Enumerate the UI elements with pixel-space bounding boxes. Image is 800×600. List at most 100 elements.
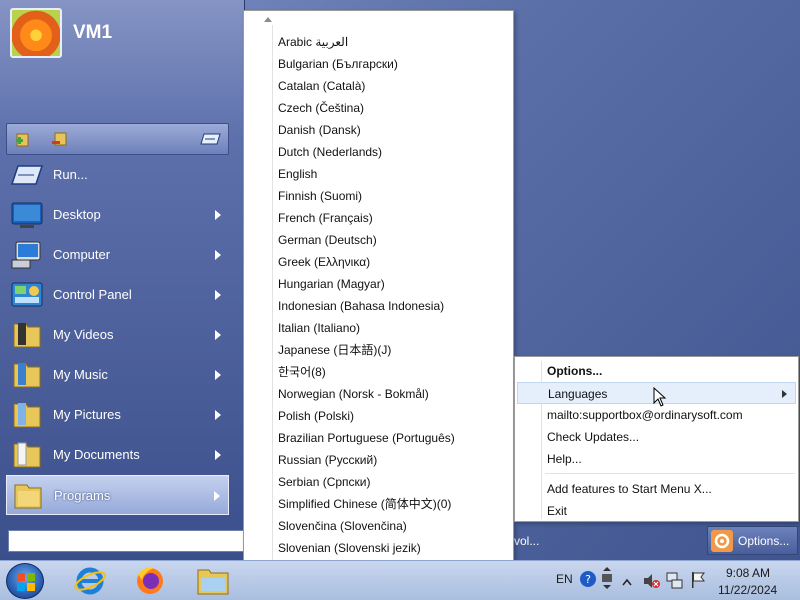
language-option[interactable]: Polish (Polski) xyxy=(278,405,508,427)
ctx-item-label: Check Updates... xyxy=(547,430,640,444)
language-option[interactable]: Bulgarian (Български) xyxy=(278,53,508,75)
taskbar: EN ? 9:08 AM 11/22/2024 xyxy=(0,560,800,600)
volume-muted-icon[interactable] xyxy=(642,572,660,590)
partial-text: vol... xyxy=(514,534,540,548)
action-center-flag-icon[interactable] xyxy=(690,571,706,589)
gear-icon xyxy=(711,530,733,552)
ctx-item-exit[interactable]: Exit xyxy=(517,500,796,522)
language-option[interactable]: Serbian (Српски) xyxy=(278,471,508,493)
ctx-item-label: Options... xyxy=(547,364,603,378)
ctx-item-options[interactable]: Options... xyxy=(517,360,796,382)
add-shortcut-icon[interactable] xyxy=(15,130,33,148)
language-option[interactable]: Arabic العربية xyxy=(278,31,508,53)
menu-gutter xyxy=(272,25,273,583)
clock-time[interactable]: 9:08 AM xyxy=(726,566,770,580)
user-avatar[interactable] xyxy=(10,8,62,58)
chevron-right-icon xyxy=(215,250,221,260)
language-option[interactable]: Catalan (Català) xyxy=(278,75,508,97)
help-icon[interactable]: ? xyxy=(579,570,597,588)
menu-item-control-panel[interactable]: Control Panel xyxy=(6,275,229,315)
language-option[interactable]: Brazilian Portuguese (Português) xyxy=(278,427,508,449)
menu-item-label: My Pictures xyxy=(53,407,121,422)
documents-folder-icon xyxy=(13,442,41,468)
file-explorer-icon[interactable] xyxy=(195,564,231,598)
menu-item-computer[interactable]: Computer xyxy=(6,235,229,275)
pictures-folder-icon xyxy=(13,403,41,428)
language-option[interactable]: Czech (Čeština) xyxy=(278,97,508,119)
chevron-right-icon xyxy=(215,370,221,380)
language-option[interactable]: Greek (Ελληνικα) xyxy=(278,251,508,273)
mouse-cursor-icon xyxy=(653,387,667,407)
bottom-bar-partial: vol... xyxy=(514,526,704,556)
menu-item-programs[interactable]: Programs xyxy=(6,475,229,515)
chevron-right-icon xyxy=(215,410,221,420)
chevron-right-icon xyxy=(215,450,221,460)
menu-item-my-documents[interactable]: My Documents xyxy=(6,435,229,475)
run-icon xyxy=(10,165,44,185)
scroll-up-icon[interactable] xyxy=(264,17,272,22)
menu-item-label: My Music xyxy=(53,367,108,382)
language-option[interactable]: Italian (Italiano) xyxy=(278,317,508,339)
user-block: VM1 xyxy=(10,8,240,60)
language-option[interactable]: Danish (Dansk) xyxy=(278,119,508,141)
language-option[interactable]: Finnish (Suomi) xyxy=(278,185,508,207)
menu-item-label: Computer xyxy=(53,247,111,262)
ctx-item-label: Exit xyxy=(547,504,568,518)
menu-item-my-music[interactable]: My Music xyxy=(6,355,229,395)
firefox-icon[interactable] xyxy=(132,564,168,598)
input-options-icon[interactable] xyxy=(600,567,614,591)
internet-explorer-icon[interactable] xyxy=(72,564,108,598)
menu-separator xyxy=(545,473,795,474)
language-option[interactable]: French (Français) xyxy=(278,207,508,229)
language-list: Arabic العربية Bulgarian (Български) Catal… xyxy=(278,31,508,581)
ctx-item-label: Help... xyxy=(547,452,582,466)
desktop-icon xyxy=(11,202,43,228)
language-option[interactable]: Russian (Русский) xyxy=(278,449,508,471)
programs-folder-icon xyxy=(14,484,42,509)
control-panel-icon xyxy=(11,282,43,307)
options-button-label: Options... xyxy=(738,534,790,548)
menu-item-desktop[interactable]: Desktop xyxy=(6,195,229,235)
start-menu-panel: VM1 Run... Desktop Computer Control Pane… xyxy=(0,0,245,560)
network-icon[interactable] xyxy=(666,571,684,591)
language-option[interactable]: Indonesian (Bahasa Indonesia) xyxy=(278,295,508,317)
language-option[interactable]: 한국어(8) xyxy=(278,361,508,383)
languages-submenu: Arabic العربية Bulgarian (Български) Catal… xyxy=(243,10,514,599)
language-option[interactable]: Japanese (日本語)(J) xyxy=(278,339,508,361)
start-button[interactable] xyxy=(6,563,44,599)
language-indicator[interactable]: EN xyxy=(556,572,573,586)
ctx-item-label: mailto:supportbox@ordinarysoft.com xyxy=(547,408,743,422)
show-hidden-icons-chevron-up-icon[interactable] xyxy=(622,578,632,586)
run-item[interactable]: Run... xyxy=(6,155,229,195)
svg-text:?: ? xyxy=(585,573,591,586)
language-option[interactable]: Norwegian (Norsk - Bokmål) xyxy=(278,383,508,405)
options-button[interactable]: Options... xyxy=(707,526,798,555)
language-option[interactable]: Slovenian (Slovenski jezik) xyxy=(278,537,508,559)
ctx-item-mailto[interactable]: mailto:supportbox@ordinarysoft.com xyxy=(517,404,796,426)
language-option[interactable]: Slovenčina (Slovenčina) xyxy=(278,515,508,537)
ctx-item-check-updates[interactable]: Check Updates... xyxy=(517,426,796,448)
ctx-item-add-features[interactable]: Add features to Start Menu X... xyxy=(517,478,796,500)
menu-item-label: My Documents xyxy=(53,447,140,462)
keyboard-icon[interactable] xyxy=(200,130,222,148)
language-option[interactable]: Simplified Chinese (简体中文)(0) xyxy=(278,493,508,515)
menu-item-my-pictures[interactable]: My Pictures xyxy=(6,395,229,435)
search-input[interactable] xyxy=(8,530,248,552)
language-option[interactable]: English xyxy=(278,163,508,185)
ctx-item-help[interactable]: Help... xyxy=(517,448,796,470)
computer-icon xyxy=(11,241,41,269)
menu-item-label: Desktop xyxy=(53,207,101,222)
chevron-right-icon xyxy=(215,330,221,340)
run-label: Run... xyxy=(53,167,88,182)
remove-shortcut-icon[interactable] xyxy=(51,130,69,148)
menu-item-label: Programs xyxy=(54,488,111,503)
ctx-item-label: Languages xyxy=(548,387,608,401)
language-option[interactable]: German (Deutsch) xyxy=(278,229,508,251)
language-option[interactable]: Hungarian (Magyar) xyxy=(278,273,508,295)
ctx-item-label: Add features to Start Menu X... xyxy=(547,482,712,496)
language-option[interactable]: Dutch (Nederlands) xyxy=(278,141,508,163)
chevron-right-icon xyxy=(215,210,221,220)
menu-item-my-videos[interactable]: My Videos xyxy=(6,315,229,355)
clock-date[interactable]: 11/22/2024 xyxy=(718,583,777,597)
menu-item-label: Control Panel xyxy=(53,287,132,302)
